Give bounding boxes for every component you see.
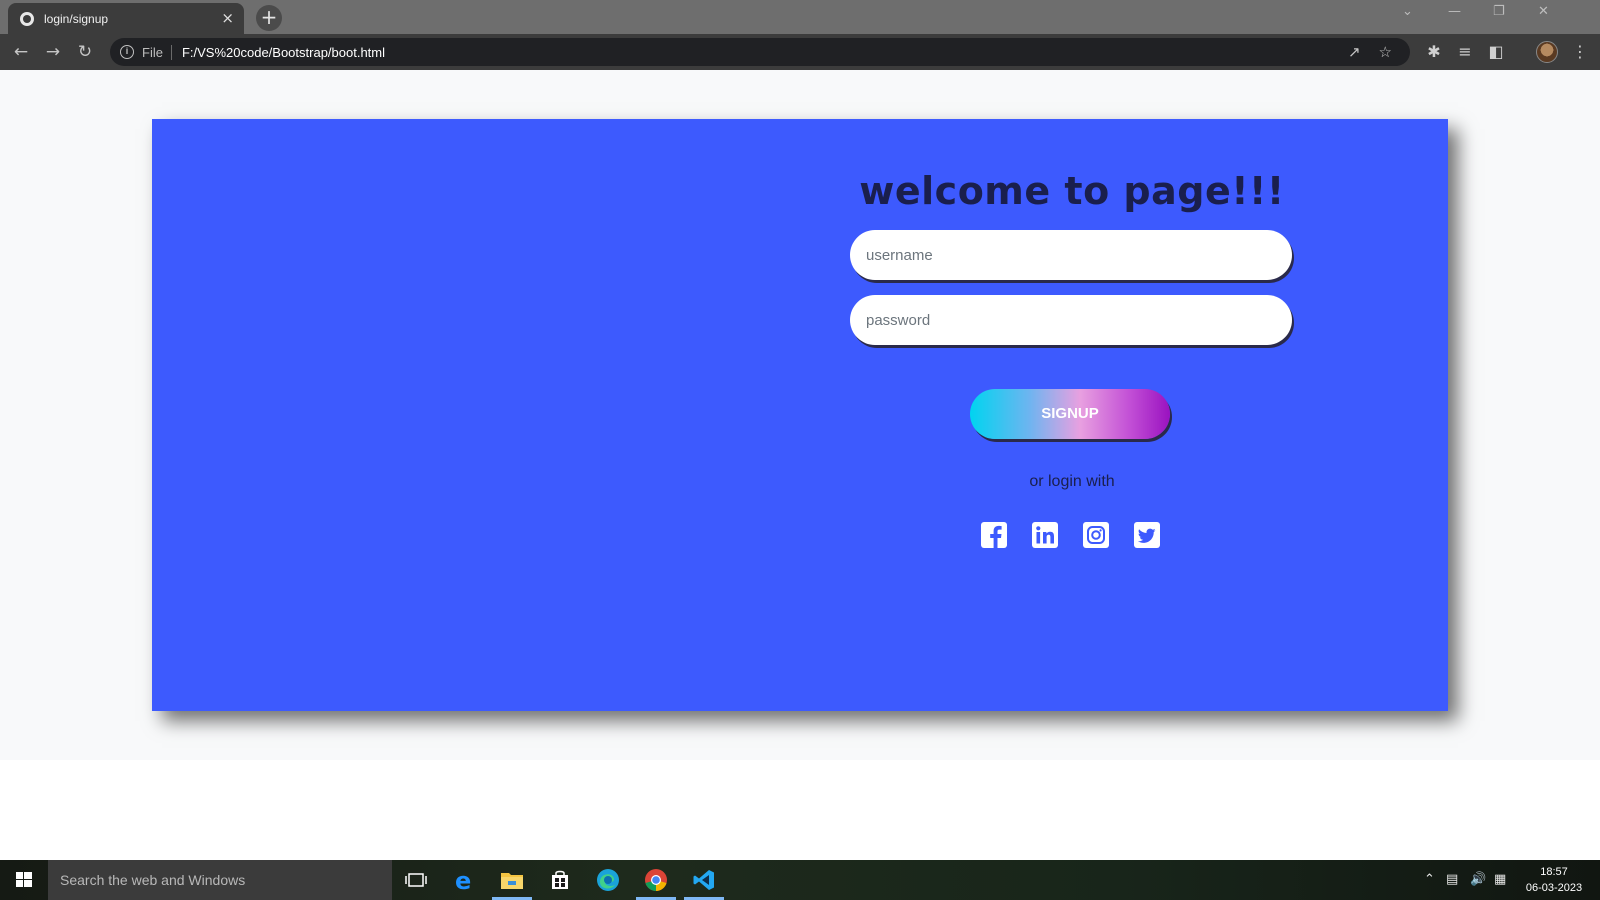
tab-search-icon[interactable]: ⌄ (1402, 4, 1413, 19)
password-placeholder: password (866, 311, 931, 329)
clock-date: 06-03-2023 (1525, 882, 1583, 894)
network-icon[interactable]: ▤ (1446, 871, 1458, 889)
clock-time: 18:57 (1540, 866, 1568, 878)
address-bar[interactable]: i File F:/VS%20code/Bootstrap/boot.html … (110, 38, 1410, 66)
page-blank-area (0, 760, 1600, 860)
show-hidden-icons[interactable]: ⌃ (1424, 871, 1435, 889)
signup-button[interactable]: SIGNUP (970, 389, 1170, 439)
browser-toolbar: ← → ↻ i File F:/VS%20code/Bootstrap/boot… (0, 34, 1600, 70)
taskbar-search-box[interactable]: Search the web and Windows (48, 860, 392, 900)
site-info-icon[interactable]: i (120, 45, 134, 59)
password-field[interactable]: password (850, 295, 1292, 345)
volume-icon[interactable]: 🔊 (1470, 871, 1486, 889)
login-card: welcome to page!!! username password SIG… (152, 119, 1448, 711)
action-center-icon[interactable]: ▦ (1494, 871, 1506, 889)
globe-icon (20, 11, 34, 26)
close-window-icon[interactable]: ✕ (1538, 4, 1549, 19)
store-icon[interactable] (536, 860, 584, 900)
minimize-icon[interactable]: — (1448, 4, 1461, 19)
social-login-icons (980, 521, 1161, 549)
tab-title: login/signup (44, 11, 109, 26)
task-view-icon[interactable] (392, 860, 440, 900)
or-login-with-text: or login with (1029, 473, 1115, 490)
reading-list-icon[interactable]: ≡ (1455, 42, 1475, 62)
file-explorer-icon[interactable] (488, 860, 536, 900)
taskbar-clock[interactable]: 18:57 06-03-2023 (1514, 864, 1594, 896)
url-scheme: File (142, 44, 172, 60)
menu-icon[interactable]: ⋮ (1570, 42, 1590, 62)
chrome-icon[interactable] (632, 860, 680, 900)
extensions-icon[interactable]: ✱ (1424, 42, 1444, 62)
internet-explorer-icon[interactable]: e (440, 860, 488, 900)
windows-start-icon[interactable] (0, 860, 48, 900)
forward-icon[interactable]: → (42, 41, 64, 63)
page-title: welcome to page!!! (859, 169, 1285, 213)
vscode-icon[interactable] (680, 860, 728, 900)
bookmark-star-icon[interactable]: ☆ (1379, 43, 1392, 61)
taskbar-search-placeholder: Search the web and Windows (60, 872, 246, 888)
windows-taskbar: Search the web and Windows e ⌃ ▤ 🔊 ▦ 18:… (0, 860, 1600, 900)
username-field[interactable]: username (850, 230, 1292, 280)
page-viewport: welcome to page!!! username password SIG… (0, 70, 1600, 760)
browser-tab-strip: login/signup × + ⌄ — ❐ ✕ (0, 0, 1600, 34)
linkedin-icon[interactable] (1031, 521, 1059, 549)
browser-tab[interactable]: login/signup × (8, 3, 244, 34)
side-panel-icon[interactable]: ◧ (1486, 42, 1506, 62)
share-icon[interactable]: ↗ (1348, 43, 1361, 61)
instagram-icon[interactable] (1082, 521, 1110, 549)
facebook-icon[interactable] (980, 521, 1008, 549)
profile-avatar[interactable] (1536, 41, 1558, 63)
reload-icon[interactable]: ↻ (74, 41, 96, 63)
restore-icon[interactable]: ❐ (1493, 4, 1505, 19)
url-text[interactable]: F:/VS%20code/Bootstrap/boot.html (182, 45, 1348, 60)
twitter-icon[interactable] (1133, 521, 1161, 549)
new-tab-button[interactable]: + (256, 5, 282, 31)
svg-text:e: e (455, 868, 471, 892)
tab-close-button[interactable]: × (221, 11, 234, 26)
edge-icon[interactable] (584, 860, 632, 900)
back-icon[interactable]: ← (10, 41, 32, 63)
username-placeholder: username (866, 246, 933, 264)
